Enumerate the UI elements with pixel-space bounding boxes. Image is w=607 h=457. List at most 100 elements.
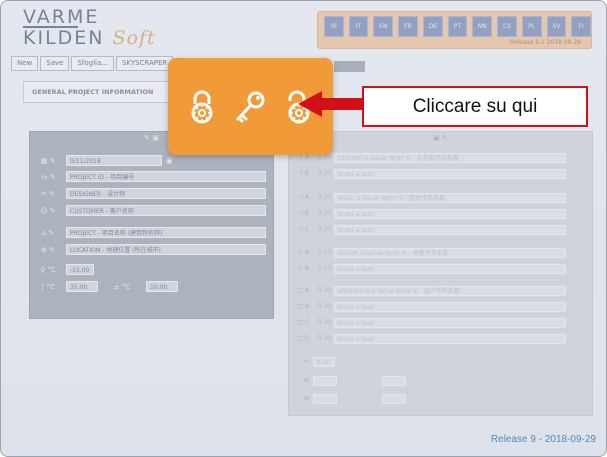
right-panel-header: ▣ ✎: [433, 134, 448, 142]
surface-icon: □ C: [297, 319, 309, 326]
u-value-row: ⊥ A 0.20 FLOOR U-Value W/m² K - 地板传热系数: [289, 247, 566, 258]
lang-button-sv[interactable]: SV: [546, 16, 567, 37]
u-value-description-field[interactable]: Enter a text: [334, 301, 566, 312]
u-value[interactable]: 0.20: [313, 319, 334, 326]
designer-row: ✂ ✎ DESIGNER - 设计师: [30, 187, 266, 200]
u-value-row: T A 0.20 CEILING U-Value W/m² K - 天花板传热系数: [289, 152, 566, 163]
lang-button-en[interactable]: EN: [373, 16, 394, 37]
popup-label-strip: [334, 61, 365, 72]
new-button[interactable]: New: [11, 56, 39, 71]
u-value-description-field[interactable]: Enter a text: [334, 317, 566, 328]
extra-field-1[interactable]: [313, 375, 337, 386]
location-icon: ⊕ ✎: [41, 245, 55, 254]
lang-button-pl[interactable]: PL: [521, 16, 542, 37]
misc-field[interactable]: 0.10: [313, 356, 335, 367]
misc-row: ≈ 0.10: [289, 356, 335, 367]
customer-row: ☺ ✎ CUSTOMER - 客户名称: [30, 204, 266, 217]
release-label: Release 9 - 2018-09-29: [490, 434, 596, 445]
u-value-description-field[interactable]: Enter a text: [334, 263, 566, 274]
customer-field[interactable]: CUSTOMER - 客户名称: [66, 205, 266, 216]
delta-icon: ± °C: [113, 282, 131, 291]
date-field[interactable]: 9/11/2018: [66, 155, 162, 166]
value-field-1[interactable]: 35.00: [66, 281, 98, 292]
date-row: ▦ ✎ 9/11/2018 ▣: [30, 154, 173, 167]
lock-icon[interactable]: [184, 89, 220, 125]
surface-icon: ⊣ A: [297, 194, 309, 201]
u-value-row: □ C 0.20 Enter a text: [289, 317, 566, 328]
extra-field-4[interactable]: [382, 393, 406, 404]
tab-general-project-information[interactable]: GENERAL PROJECT INFORMATION: [23, 81, 178, 103]
surface-icon: ⊥ B: [297, 265, 309, 272]
u-value[interactable]: 0.20: [313, 249, 334, 256]
humidity-row: ∫ °C 35.00 ± °C 10.00: [30, 280, 178, 293]
u-value-row: ⊣ A 0.20 WALL U-Value W/m² K - 墙体传热系数: [289, 192, 566, 203]
u-value-row: □ A 0.20 WINDOWS U-Value W/m² K - 窗户传热系数: [289, 285, 566, 296]
app-window: VARME KILDEN Soft IS IT EN FR DE PT NN C…: [0, 0, 607, 457]
logo: VARME KILDEN Soft: [23, 7, 156, 48]
u-value[interactable]: 0.20: [313, 265, 334, 272]
lang-button-nn[interactable]: NN: [472, 16, 493, 37]
project-info-panel: ✎ ▣ ▦ ✎ 9/11/2018 ▣ ⅓ ✎ PROJECT ID - 项目编…: [29, 131, 274, 319]
extra-row-1: ⊠: [289, 375, 406, 386]
project-row: ⌂ ✎ PROJECT - 项目名称 (建筑物名称): [30, 226, 266, 239]
logo-line2: KILDEN Soft: [23, 27, 156, 49]
u-value-row: □ B 0.20 Enter a text: [289, 301, 566, 312]
location-field[interactable]: LOCATION - 地理位置 (所在城市): [66, 244, 266, 255]
project-id-row: ⅓ ✎ PROJECT ID - 项目编号: [30, 170, 266, 183]
u-values-panel: ▣ ✎ T A 0.20 CEILING U-Value W/m² K - 天花板传…: [288, 131, 593, 416]
project-id-field[interactable]: PROJECT ID - 项目编号: [66, 171, 266, 182]
u-value-description-field[interactable]: FLOOR U-Value W/m² K - 地板传热系数: [334, 247, 566, 258]
lang-button-fr[interactable]: FR: [398, 16, 418, 37]
u-value[interactable]: 0.20: [313, 194, 334, 201]
designer-icon: ✂ ✎: [41, 189, 55, 198]
u-value-description-field[interactable]: Enter a text: [334, 333, 566, 344]
project-name-field[interactable]: SKYSCRAPER: [115, 56, 174, 71]
date-picker-icon[interactable]: ▣: [166, 157, 173, 165]
u-value[interactable]: 0.20: [313, 170, 334, 177]
u-value-description-field[interactable]: WINDOWS U-Value W/m² K - 窗户传热系数: [334, 285, 566, 296]
building-icon: ⌂ ✎: [41, 228, 55, 237]
temperature-field[interactable]: -15.00: [66, 264, 94, 275]
lang-button-de[interactable]: DE: [422, 16, 443, 37]
temperature-row: ♀ °C -15.00: [30, 263, 94, 276]
project-field[interactable]: PROJECT - 项目名称 (建筑物名称): [66, 227, 266, 238]
u-value-description-field[interactable]: CEILING U-Value W/m² K - 天花板传热系数: [334, 152, 566, 163]
u-value[interactable]: 0.20: [313, 335, 334, 342]
u-value-row: ⊥ B 0.20 Enter a text: [289, 263, 566, 274]
id-icon: ⅓ ✎: [40, 172, 56, 181]
u-value[interactable]: 0.20: [313, 210, 334, 217]
surface-icon: ⊥ A: [297, 249, 309, 256]
lang-button-it[interactable]: IT: [348, 16, 369, 37]
extra-icon-1: ⊠: [303, 377, 309, 384]
extra-field-2[interactable]: [382, 375, 406, 386]
designer-field[interactable]: DESIGNER - 设计师: [66, 188, 266, 199]
u-value-description-field[interactable]: Enter a text: [334, 208, 566, 219]
u-value-description-field[interactable]: Enter a text: [334, 168, 566, 179]
browse-button[interactable]: Sfoglia...: [71, 56, 114, 71]
u-value[interactable]: 0.20: [313, 287, 334, 294]
lang-button-cs[interactable]: CS: [497, 16, 517, 37]
save-button[interactable]: Save: [40, 56, 70, 71]
value-field-2[interactable]: 10.00: [146, 281, 178, 292]
callout-arrow-icon: [298, 91, 364, 117]
lang-button-is[interactable]: IS: [324, 16, 344, 37]
humidity-icon: ∫ °C: [40, 282, 56, 291]
misc-icon: ≈: [303, 358, 309, 365]
extra-field-3[interactable]: [313, 393, 337, 404]
surface-icon: ⊣ B: [297, 210, 309, 217]
lang-button-fi[interactable]: FI: [571, 16, 592, 37]
u-value-description-field[interactable]: WALL U-Value W/m² K - 墙体传热系数: [334, 192, 566, 203]
logo-line1: VARME: [23, 6, 100, 28]
key-icon[interactable]: [232, 89, 268, 125]
toolbar: New Save Sfoglia... SKYSCRAPER: [11, 56, 174, 71]
surface-icon: □ A: [297, 287, 309, 294]
u-value-description-field[interactable]: Enter a text: [334, 224, 566, 235]
thermometer-icon: ♀ °C: [40, 265, 56, 274]
extra-icon-2: ⊠: [303, 395, 309, 402]
u-value[interactable]: 0.20: [313, 226, 334, 233]
u-value[interactable]: 0.20: [313, 154, 334, 161]
location-row: ⊕ ✎ LOCATION - 地理位置 (所在城市): [30, 243, 266, 256]
surface-icon: T A: [299, 154, 309, 161]
lang-button-pt[interactable]: PT: [447, 16, 468, 37]
u-value[interactable]: 0.20: [313, 303, 334, 310]
